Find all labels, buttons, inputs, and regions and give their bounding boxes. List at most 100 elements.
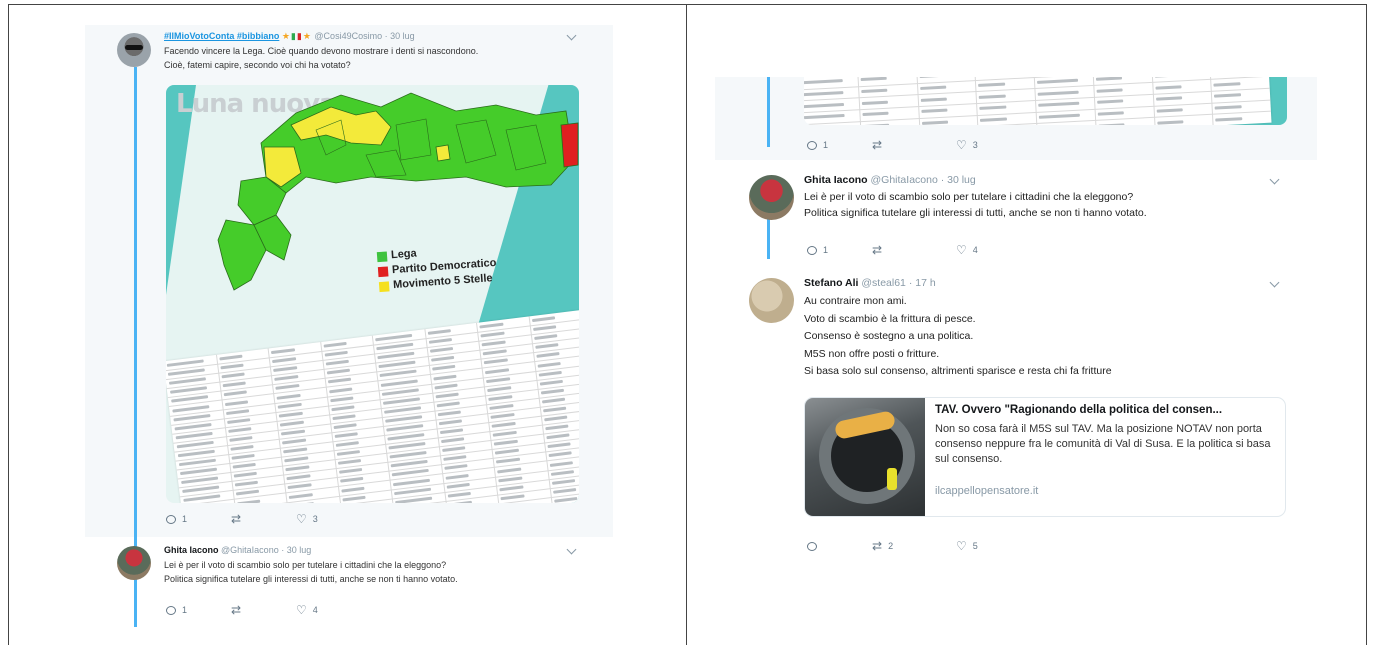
like-count: 5 [972, 541, 978, 551]
tweet-media-image[interactable]: Luna nuova Lega Partito Democratico Movi… [166, 85, 579, 503]
like-button[interactable]: ♡ 4 [956, 244, 1021, 256]
tweet-text-line: M5S non offre posti o fritture. [804, 347, 940, 360]
table-cell-texture [498, 476, 523, 482]
table-cell-texture [324, 350, 348, 357]
table-cell-texture [491, 421, 516, 428]
tweet-time[interactable]: · 30 lug [941, 174, 976, 186]
like-button[interactable]: ♡ 3 [296, 513, 361, 525]
table-cell-texture [444, 473, 469, 480]
table-cell-texture [275, 384, 300, 391]
table-cell-texture [428, 338, 453, 344]
reply-button[interactable] [807, 541, 872, 551]
like-button[interactable]: ♡ 5 [956, 539, 1021, 553]
table-cell-texture [860, 77, 887, 82]
heart-icon: ♡ [956, 539, 967, 553]
tweet-media-image[interactable] [804, 77, 1287, 125]
table-cell-texture [534, 343, 559, 350]
table-cell-texture [980, 117, 1007, 122]
link-preview-description: Non so cosa farà il M5S sul TAV. Ma la p… [935, 423, 1271, 465]
chevron-down-icon[interactable] [1269, 277, 1280, 288]
tweet-time[interactable]: · 30 lug [281, 545, 311, 555]
table-cell-texture [334, 432, 358, 439]
table-cell-texture [282, 438, 306, 445]
reply-count: 1 [182, 605, 188, 615]
table-cell-texture [494, 449, 519, 455]
reply-button[interactable]: 1 [807, 140, 872, 150]
retweet-button[interactable]: ⇄ [231, 604, 296, 616]
tweet-time[interactable]: · 30 lug [385, 31, 415, 41]
legend-swatch [378, 280, 390, 292]
table-cell-texture [221, 372, 245, 379]
table-cell-texture [435, 392, 459, 399]
tweet-actions: 1 ⇄ ♡ 3 [166, 513, 361, 525]
table-cell-texture [219, 363, 244, 370]
table-cell-texture [549, 460, 574, 467]
chevron-down-icon[interactable] [1269, 174, 1280, 185]
table-cell-texture [1098, 123, 1125, 125]
retweet-button[interactable]: ⇄ 2 [872, 540, 956, 552]
retweet-button[interactable]: ⇄ [872, 244, 956, 256]
tweet-time[interactable]: · 17 h [909, 277, 936, 289]
table-cell-texture [920, 108, 948, 114]
table-cell-texture [232, 462, 256, 469]
table-cell-texture [535, 352, 560, 359]
tweet-text-line: Politica significa tutelare gli interess… [804, 206, 1147, 219]
table-cell-texture [531, 316, 556, 323]
tweet-text: Au contraire mon ami. Voto di scambio è … [804, 293, 1304, 381]
table-cell-texture [326, 368, 351, 375]
table-cell-texture [438, 419, 463, 426]
avatar[interactable] [117, 33, 151, 67]
table-cell-texture [1096, 99, 1124, 105]
table-cell-texture [538, 370, 562, 377]
table-cell-texture [1214, 105, 1242, 110]
table-cell-texture [550, 469, 575, 476]
like-count: 4 [972, 245, 978, 255]
flag-emoji-icon: ★▮▮★ [281, 31, 312, 41]
table-cell-texture [427, 329, 452, 335]
tweet-header: #IlMioVotoConta #bibbiano ★▮▮★ @Cosi49Co… [164, 31, 415, 42]
table-cell-texture [274, 375, 299, 382]
table-cell-texture [286, 474, 311, 481]
table-cell-texture [1095, 77, 1123, 81]
table-cell-texture [236, 499, 261, 503]
table-cell-texture [223, 390, 248, 397]
avatar[interactable] [117, 546, 151, 580]
table-cell-texture [341, 495, 366, 502]
table-cell-texture [489, 403, 514, 410]
author-name[interactable]: Ghita Iacono [804, 174, 868, 186]
table-cell-texture [979, 105, 1007, 111]
retweet-button[interactable]: ⇄ [231, 513, 296, 525]
table-cell-texture [441, 446, 466, 453]
like-button[interactable]: ♡ 3 [956, 139, 1021, 151]
avatar[interactable] [749, 278, 794, 323]
reply-button[interactable]: 1 [807, 245, 872, 255]
table-cell-texture [287, 483, 312, 490]
author-handle[interactable]: @steal61 [861, 277, 906, 289]
table-cell-texture [541, 397, 566, 404]
author-handle[interactable]: @Cosi49Cosimo [314, 31, 382, 41]
tweet-text-line: Cioè, fatemi capire, secondo voi chi ha … [164, 60, 351, 70]
tweet-text-line: Au contraire mon ami. [804, 295, 907, 307]
author-handle[interactable]: @GhitaIacono [221, 545, 279, 555]
table-cell-texture [433, 383, 458, 390]
retweet-icon: ⇄ [872, 138, 883, 152]
table-cell-texture [804, 114, 845, 120]
reply-button[interactable]: 1 [166, 605, 231, 615]
author-name[interactable]: Stefano Ali [804, 277, 858, 289]
table-cell-texture [490, 412, 515, 419]
retweet-button[interactable]: ⇄ [872, 138, 956, 152]
chevron-down-icon[interactable] [566, 544, 577, 555]
author-handle[interactable]: @GhitaIacono [871, 174, 938, 186]
reply-button[interactable]: 1 [166, 514, 231, 524]
table-cell-texture [861, 100, 889, 105]
table-cell-texture [533, 334, 558, 341]
table-cell-texture [338, 468, 363, 475]
table-cell-texture [487, 385, 511, 392]
like-button[interactable]: ♡ 4 [296, 604, 361, 616]
author-name[interactable]: Ghita Iacono [164, 545, 219, 555]
avatar[interactable] [749, 175, 794, 220]
table-cell-texture [231, 453, 255, 460]
author-name[interactable]: #IlMioVotoConta #bibbiano [164, 31, 279, 41]
link-preview-card[interactable]: TAV. Ovvero "Ragionando della politica d… [804, 397, 1286, 517]
thread-line [134, 67, 137, 627]
